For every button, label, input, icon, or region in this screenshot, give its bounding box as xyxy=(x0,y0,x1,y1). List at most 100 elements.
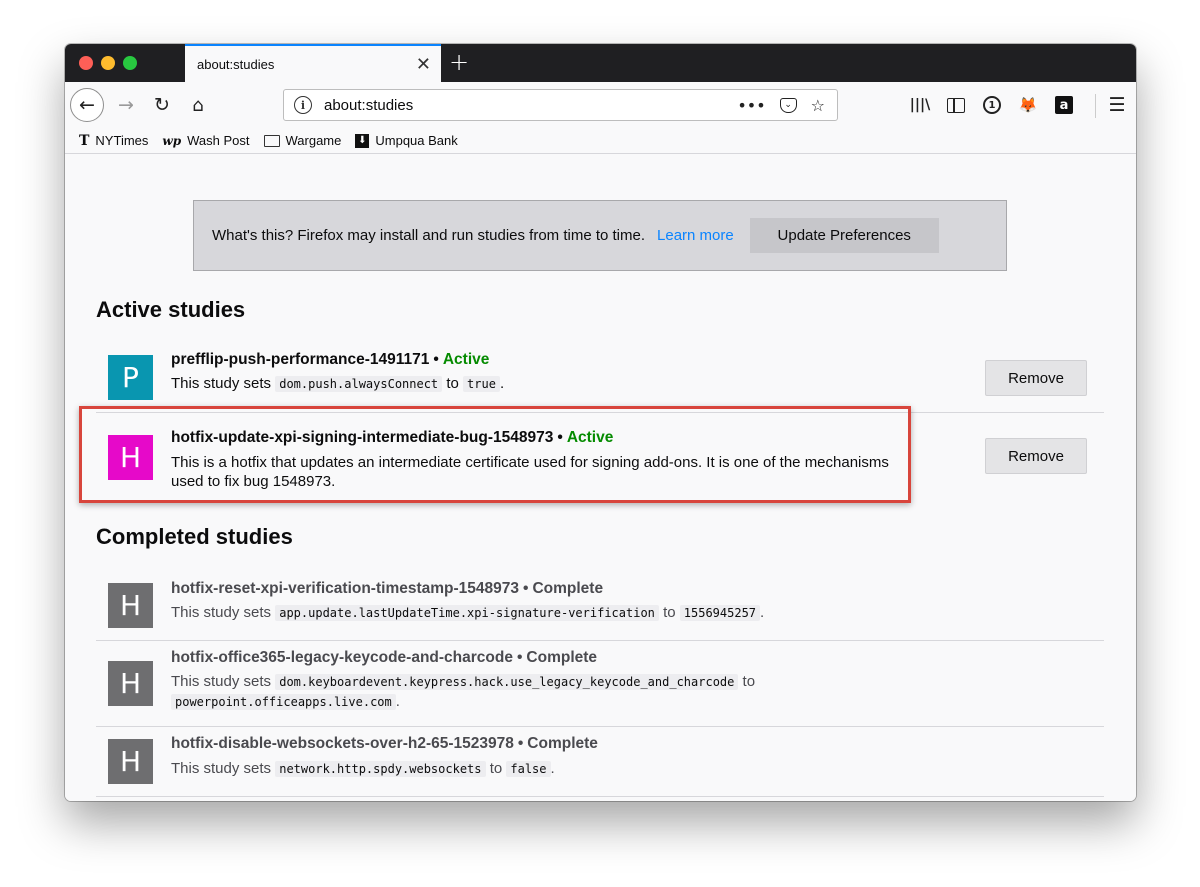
minimize-window-button[interactable] xyxy=(101,56,115,70)
library-icon[interactable]: |||\ xyxy=(910,95,930,115)
sidebar-icon xyxy=(947,97,965,113)
active-studies-heading: Active studies xyxy=(96,297,246,322)
extension-button[interactable]: 🦊 xyxy=(1018,95,1038,115)
close-tab-icon[interactable]: ✕ xyxy=(416,54,431,75)
bookmark-label: Umpqua Bank xyxy=(375,133,458,148)
pref-name: dom.keyboardevent.keypress.hack.use_lega… xyxy=(275,674,739,690)
status-badge: Complete xyxy=(526,649,598,666)
completed-studies-heading: Completed studies xyxy=(96,524,293,549)
study-name: hotfix-disable-websockets-over-h2-65-152… xyxy=(171,735,598,753)
study-letter: H xyxy=(119,667,142,700)
sidebar-toggle-button[interactable] xyxy=(946,95,966,115)
back-button[interactable]: ← xyxy=(70,88,104,122)
desc-text: . xyxy=(550,760,555,777)
desc-text: . xyxy=(760,604,765,621)
wash-post-icon: wp xyxy=(162,133,182,148)
study-description: This study sets dom.push.alwaysConnect t… xyxy=(171,374,504,394)
study-item: H hotfix-disable-websockets-over-h2-65-1… xyxy=(96,727,1104,797)
study-icon: H xyxy=(108,435,153,480)
tab-title: about:studies xyxy=(197,56,275,72)
remove-button[interactable]: Remove xyxy=(985,438,1087,474)
study-title: hotfix-update-xpi-signing-intermediate-b… xyxy=(171,429,554,446)
study-item: H hotfix-update-xpi-signing-intermediate… xyxy=(96,413,1104,497)
nytimes-icon: T xyxy=(79,132,90,149)
url-input[interactable]: about:studies xyxy=(324,97,737,114)
study-letter: P xyxy=(122,361,139,394)
bookmark-label: Wash Post xyxy=(187,133,250,148)
study-name: hotfix-reset-xpi-verification-timestamp-… xyxy=(171,580,603,598)
desc-text: This study sets xyxy=(171,760,272,777)
study-description: This study sets network.http.spdy.websoc… xyxy=(171,759,555,779)
bookmark-umpqua-bank[interactable]: ⬇ Umpqua Bank xyxy=(355,133,458,148)
amazon-icon: a xyxy=(1055,96,1073,114)
tab-bar: about:studies ✕ + xyxy=(65,44,1136,82)
status-badge: Complete xyxy=(527,735,598,752)
bookmark-wargame[interactable]: Wargame xyxy=(263,133,342,148)
desc-text: to xyxy=(489,760,503,777)
new-tab-button[interactable]: + xyxy=(449,48,469,76)
study-icon: H xyxy=(108,739,153,784)
remove-button[interactable]: Remove xyxy=(985,360,1087,396)
bookmark-label: Wargame xyxy=(285,133,342,148)
pref-value: true xyxy=(463,376,500,392)
pref-name: network.http.spdy.websockets xyxy=(275,761,486,777)
bookmarks-toolbar: T NYTimes wp Wash Post Wargame ⬇ Umpqua … xyxy=(65,128,1136,154)
site-info-icon[interactable]: i xyxy=(294,96,312,114)
desc-text: This study sets xyxy=(171,673,272,690)
study-letter: H xyxy=(119,441,142,474)
study-title: hotfix-disable-websockets-over-h2-65-152… xyxy=(171,735,514,752)
password-manager-icon: 1 xyxy=(983,96,1001,114)
desc-text: to xyxy=(446,375,459,392)
study-name: hotfix-office365-legacy-keycode-and-char… xyxy=(171,649,597,667)
study-icon: H xyxy=(108,583,153,628)
banner-text: What's this? Firefox may install and run… xyxy=(212,227,646,244)
status-badge: Complete xyxy=(532,580,604,597)
study-title: hotfix-reset-xpi-verification-timestamp-… xyxy=(171,580,520,597)
bank-icon: ⬇ xyxy=(355,133,370,148)
page-content: What's this? Firefox may install and run… xyxy=(65,154,1136,801)
study-description: This is a hotfix that updates an interme… xyxy=(171,454,889,490)
tab-about-studies[interactable]: about:studies ✕ xyxy=(185,44,441,82)
learn-more-link[interactable]: Learn more xyxy=(657,227,734,244)
forward-button[interactable]: → xyxy=(111,90,141,120)
desc-text: . xyxy=(395,693,400,710)
study-description: This study sets dom.keyboardevent.keypre… xyxy=(171,672,891,712)
study-name: prefflip-push-performance-1491171 • Active xyxy=(171,351,489,369)
desc-text: to xyxy=(742,673,756,690)
bookmark-label: NYTimes xyxy=(95,133,149,148)
study-name: hotfix-update-xpi-signing-intermediate-b… xyxy=(171,429,613,447)
url-bar[interactable]: i about:studies ••• ⌄ ☆ xyxy=(283,89,838,121)
study-description: This study sets app.update.lastUpdateTim… xyxy=(171,603,764,623)
status-badge: Active xyxy=(442,351,490,368)
desc-text: . xyxy=(499,375,505,392)
pref-value: powerpoint.officeapps.live.com xyxy=(171,694,396,710)
close-window-button[interactable] xyxy=(79,56,93,70)
desc-text: This study sets xyxy=(171,604,272,621)
pocket-icon[interactable]: ⌄ xyxy=(779,97,797,113)
separator: • xyxy=(516,649,523,666)
amazon-extension-button[interactable]: a xyxy=(1054,95,1074,115)
desc-text: to xyxy=(663,604,676,621)
page-actions-icon[interactable]: ••• xyxy=(737,96,765,115)
pref-value: false xyxy=(506,761,551,777)
pref-value: 1556945257 xyxy=(679,605,761,621)
hamburger-menu-button[interactable]: ☰ xyxy=(1103,90,1131,120)
separator: • xyxy=(557,429,563,446)
reload-button[interactable]: ↻ xyxy=(147,90,177,120)
separator: • xyxy=(517,735,524,752)
bookmark-star-icon[interactable]: ☆ xyxy=(811,96,825,115)
home-button[interactable]: ⌂ xyxy=(183,90,213,120)
zoom-window-button[interactable] xyxy=(123,56,137,70)
bookmark-nytimes[interactable]: T NYTimes xyxy=(79,133,148,149)
desc-text: This study sets xyxy=(171,375,272,392)
study-title: prefflip-push-performance-1491171 xyxy=(171,351,430,368)
separator: • xyxy=(523,580,529,597)
update-preferences-button[interactable]: Update Preferences xyxy=(749,218,939,253)
browser-window: about:studies ✕ + ← → ↻ ⌂ i about:studie… xyxy=(65,44,1136,801)
study-icon: P xyxy=(108,355,153,400)
pref-name: dom.push.alwaysConnect xyxy=(275,376,443,392)
study-icon: H xyxy=(108,661,153,706)
bookmark-wash-post[interactable]: wp Wash Post xyxy=(162,133,249,148)
status-badge: Active xyxy=(566,429,614,446)
password-manager-button[interactable]: 1 xyxy=(982,95,1002,115)
